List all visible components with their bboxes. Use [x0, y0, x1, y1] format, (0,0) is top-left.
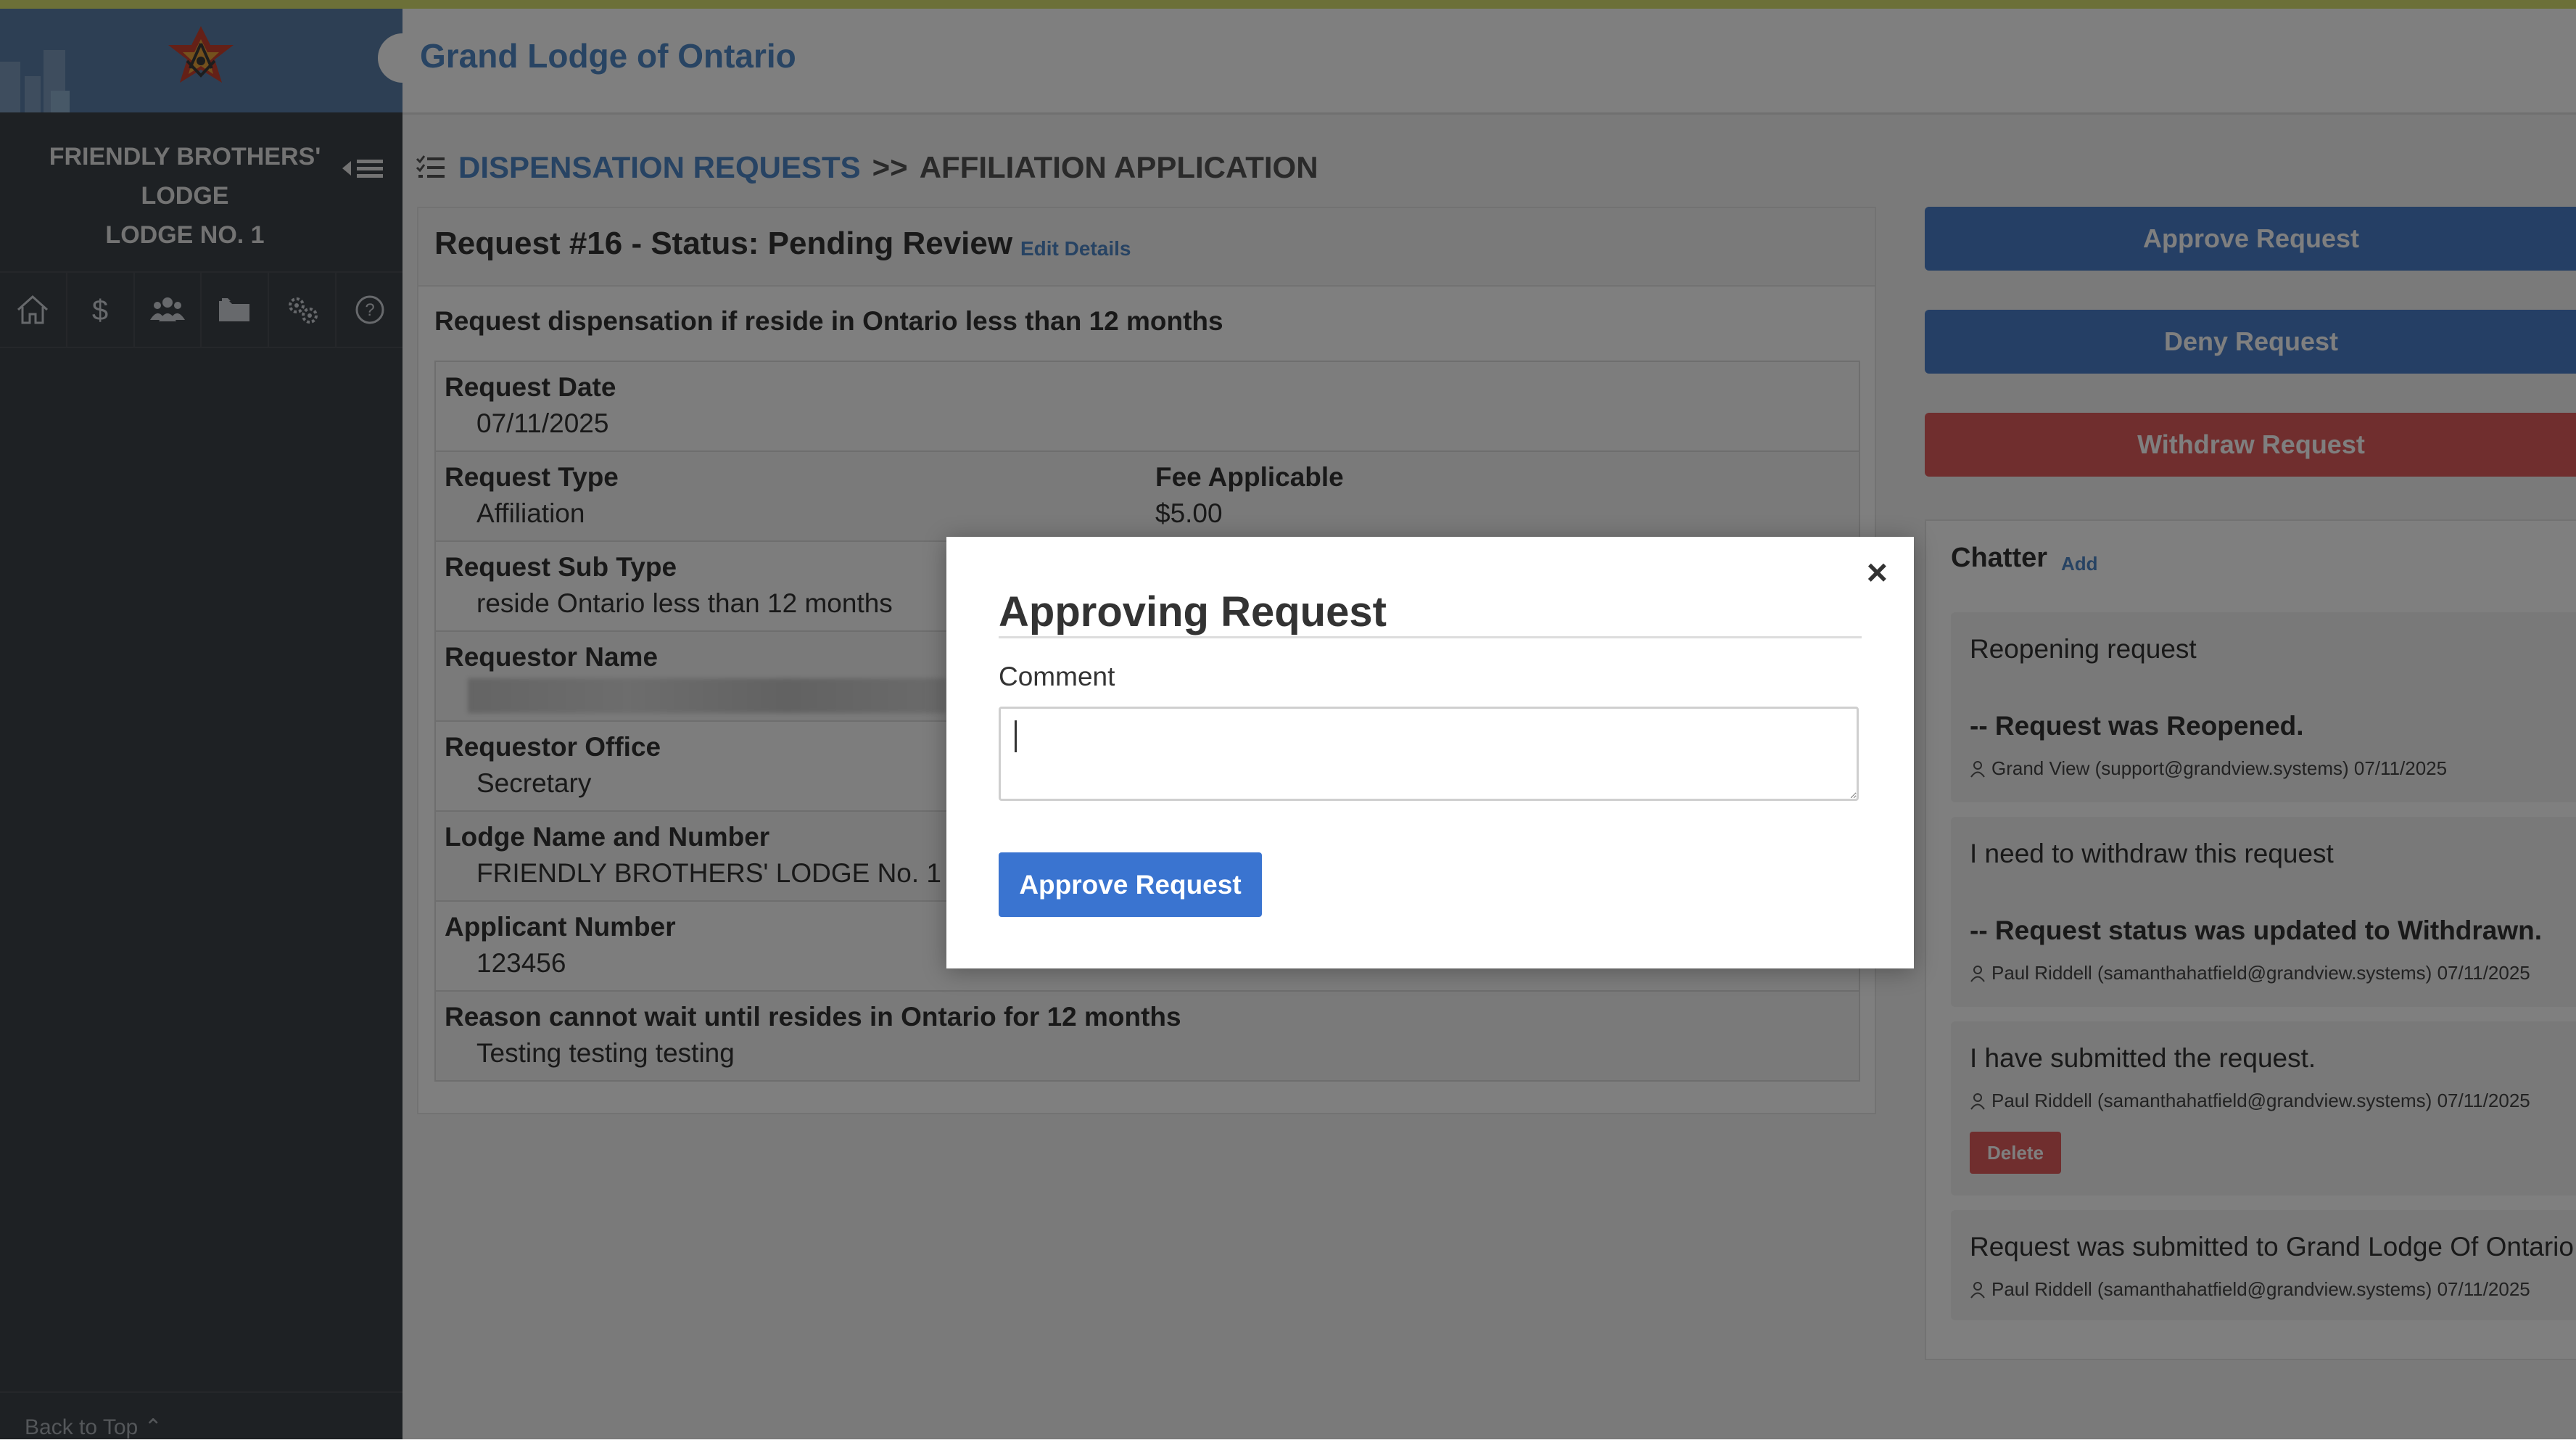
modal-title: Approving Request [999, 588, 1387, 635]
modal-title-divider [999, 636, 1862, 638]
text-caret [1015, 720, 1017, 752]
approving-request-modal: × Approving Request Comment Approve Requ… [946, 537, 1914, 968]
comment-label: Comment [999, 662, 1115, 691]
comment-textarea[interactable] [999, 707, 1859, 801]
close-icon[interactable]: × [1867, 554, 1888, 591]
modal-approve-request-button[interactable]: Approve Request [999, 852, 1262, 917]
